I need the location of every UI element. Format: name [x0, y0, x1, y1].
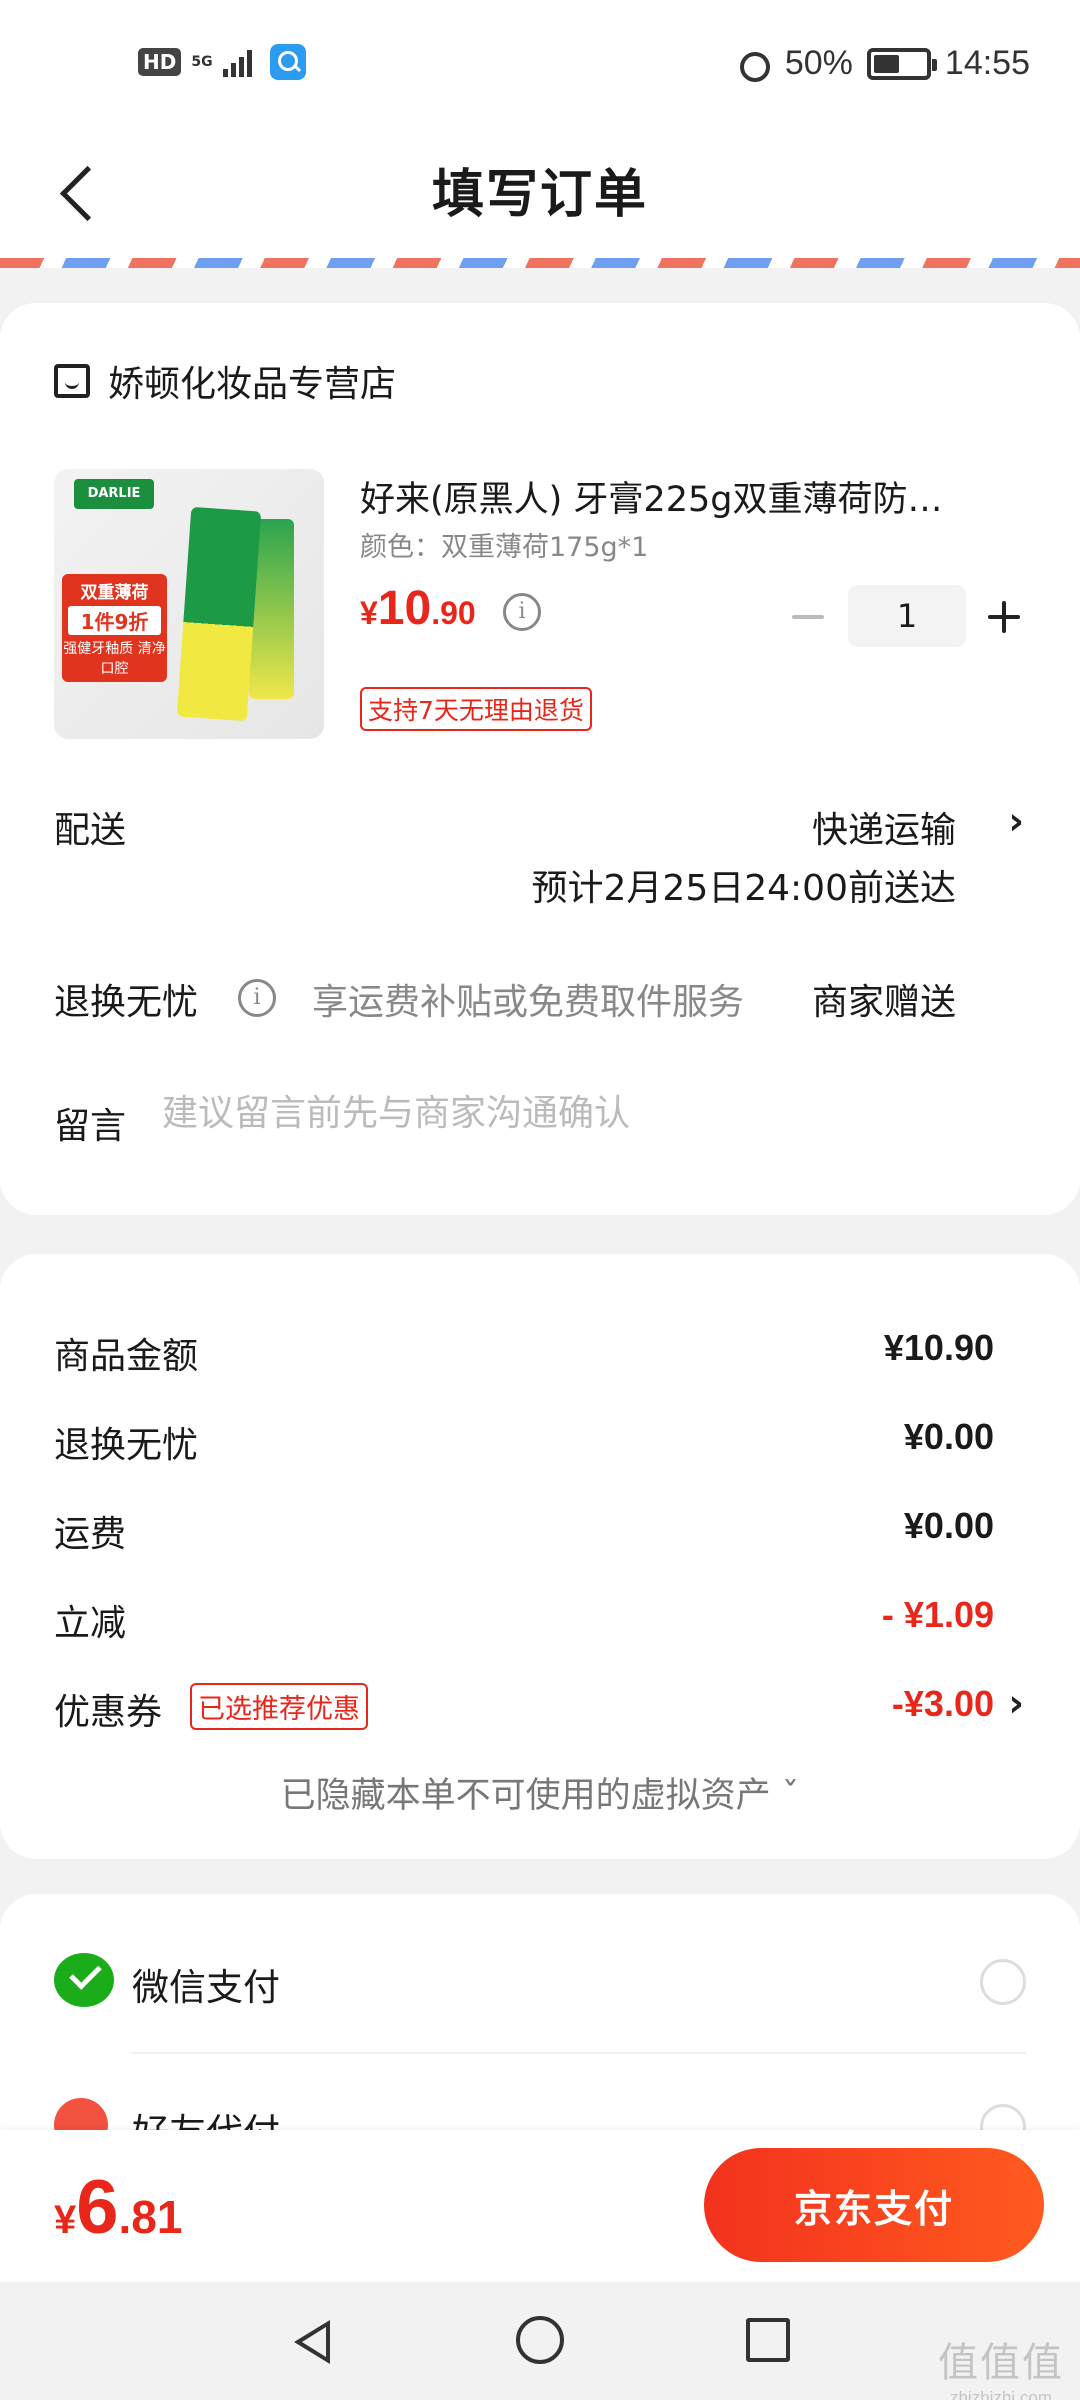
- product-title[interactable]: 好来(原黑人) 牙膏225g双重薄荷防…: [360, 471, 1000, 522]
- product-price: ¥10.90: [360, 582, 476, 635]
- store-icon: [54, 364, 90, 398]
- summary-row-coupon[interactable]: 优惠券 已选推荐优惠 -¥3.00: [54, 1683, 994, 1733]
- product-variant[interactable]: 颜色：双重薄荷175g*1: [360, 525, 648, 564]
- product-image[interactable]: DARLIE 双重薄荷 1件9折 强健牙釉质 清净口腔: [54, 469, 324, 739]
- nav-back-icon[interactable]: [286, 2314, 336, 2364]
- return-info-icon[interactable]: i: [238, 979, 276, 1017]
- nav-recents-icon[interactable]: [746, 2318, 790, 2362]
- chevron-right-icon[interactable]: ›: [1008, 799, 1024, 843]
- product-image-brand: DARLIE: [74, 479, 154, 509]
- payment-label: 微信支付: [132, 1966, 280, 2009]
- status-bar: HD 5G 50% 14:55: [0, 0, 1080, 130]
- clock: 14:55: [944, 44, 1030, 82]
- alarm-icon: [735, 46, 771, 82]
- message-label: 留言: [54, 1106, 127, 1147]
- signal-icon: [222, 47, 252, 77]
- chevron-right-icon[interactable]: ›: [1008, 1681, 1024, 1725]
- total-price: ¥6.81: [54, 2165, 183, 2250]
- quantity-value[interactable]: 1: [848, 585, 966, 647]
- summary-row-shipping: 运费 ¥0.00: [54, 1505, 994, 1555]
- wechat-icon: [54, 1953, 114, 2007]
- hd-badge: HD: [138, 48, 182, 76]
- quantity-minus-button[interactable]: [790, 599, 826, 635]
- summary-row-discount: 立减 - ¥1.09: [54, 1594, 994, 1644]
- order-card: 娇顿化妆品专营店 DARLIE 双重薄荷 1件9折 强健牙釉质 清净口腔 好来(…: [0, 303, 1080, 1215]
- status-right: 50% 14:55: [735, 44, 1030, 83]
- return-service-description: 享运费补贴或免费取件服务: [312, 982, 745, 1023]
- watermark: 值值值 zhizhizhi.com: [938, 2340, 1064, 2400]
- airmail-border: [0, 258, 1080, 268]
- coupon-badge: 已选推荐优惠: [190, 1683, 368, 1730]
- checkout-bar: ¥6.81 京东支付: [0, 2130, 1080, 2282]
- payment-radio[interactable]: [980, 1959, 1026, 2005]
- price-info-icon[interactable]: i: [503, 593, 541, 631]
- system-nav-bar: [0, 2282, 1080, 2400]
- return-service-label: 退换无忧: [54, 982, 199, 1023]
- summary-row-goods: 商品金额 ¥10.90: [54, 1327, 994, 1377]
- nav-home-icon[interactable]: [516, 2316, 564, 2364]
- header: 填写订单: [0, 130, 1080, 258]
- delivery-eta: 预计2月25日24:00前送达: [531, 868, 956, 909]
- delivery-method[interactable]: 快递运输: [812, 801, 956, 853]
- hidden-assets-toggle[interactable]: 已隐藏本单不可使用的虚拟资产 ˇ: [0, 1767, 1080, 1818]
- status-left: HD 5G: [138, 44, 306, 80]
- product-image-tag: 双重薄荷 1件9折 强健牙釉质 清净口腔: [62, 574, 167, 682]
- message-input[interactable]: [162, 1093, 1022, 1134]
- pay-button[interactable]: 京东支付: [704, 2148, 1044, 2262]
- store-row[interactable]: 娇顿化妆品专营店: [54, 355, 396, 407]
- page-title: 填写订单: [431, 165, 648, 225]
- battery-icon: [866, 47, 937, 80]
- store-name: 娇顿化妆品专营店: [108, 364, 397, 405]
- return-service-provider: 商家赠送: [811, 982, 956, 1023]
- divider: [132, 2052, 1026, 2054]
- summary-row-return: 退换无忧 ¥0.00: [54, 1416, 994, 1466]
- battery-percent: 50%: [784, 44, 853, 82]
- payment-wechat[interactable]: 微信支付: [54, 1945, 1026, 2015]
- quantity-plus-button[interactable]: [986, 599, 1022, 635]
- delivery-label: 配送: [54, 810, 127, 851]
- search-app-icon: [269, 44, 306, 80]
- return-policy-badge: 支持7天无理由退货: [360, 687, 592, 731]
- network-type: 5G: [191, 54, 213, 70]
